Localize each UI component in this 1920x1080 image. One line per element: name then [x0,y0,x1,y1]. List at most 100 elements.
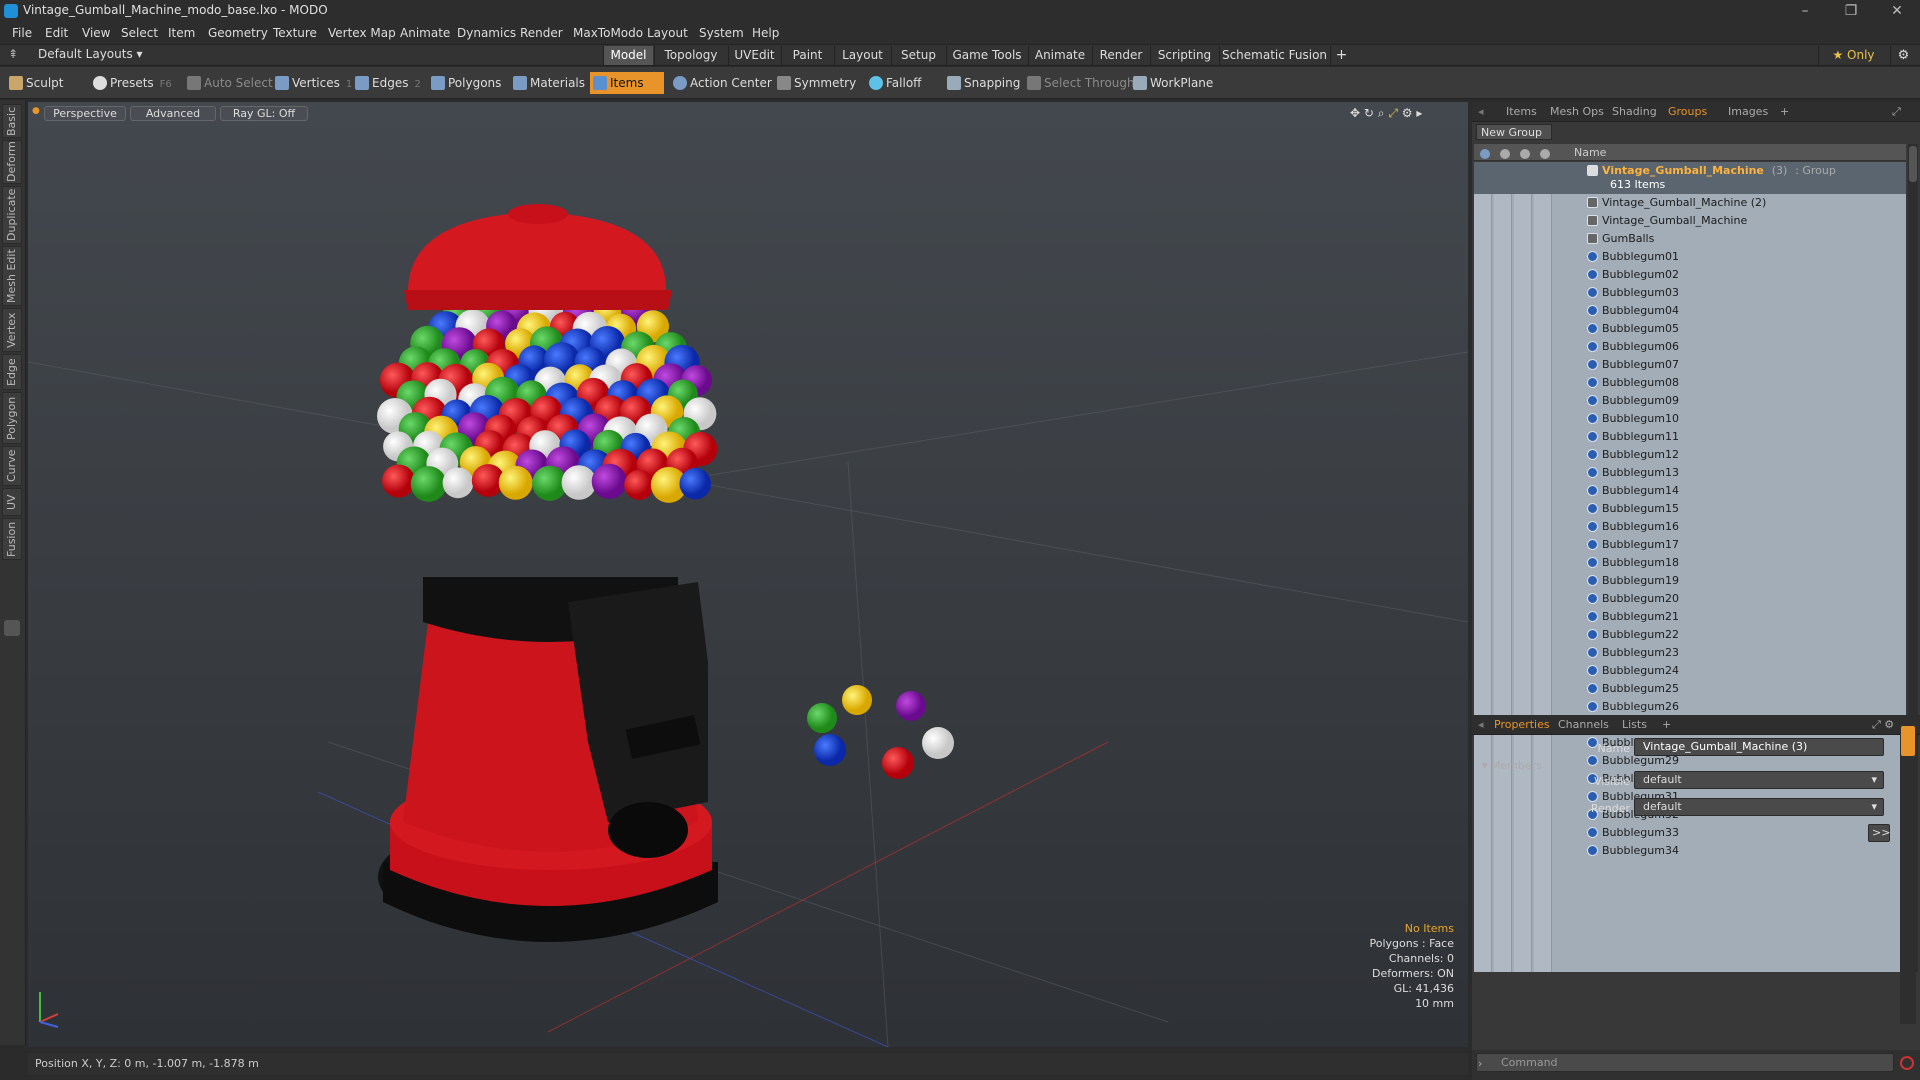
tab-animate[interactable]: Animate [1028,46,1091,65]
rotate-view-icon[interactable]: ↻ [1364,106,1374,120]
symmetry-button[interactable]: Symmetry [774,72,860,94]
list-item[interactable]: Bubblegum23 [1474,644,1906,662]
properties-expand-icon[interactable]: ⤢ ⚙ [1872,718,1894,732]
list-item[interactable]: Bubblegum26 [1474,698,1906,716]
tab-paint[interactable]: Paint [781,46,833,65]
record-icon[interactable] [1900,1056,1914,1070]
tab-images[interactable]: Images [1728,105,1768,118]
select-header-icon[interactable] [1540,147,1550,160]
panel-expand-icon[interactable]: ⤢ [1892,105,1901,119]
list-item[interactable]: Vintage_Gumball_Machine (2) [1474,194,1906,212]
list-item[interactable]: Bubblegum03 [1474,284,1906,302]
tab-topology[interactable]: Topology [654,46,727,65]
tab-uvedit[interactable]: UVEdit [728,46,780,65]
command-input[interactable]: Command [1476,1053,1894,1072]
tab-schematic-fusion[interactable]: Schematic Fusion [1219,46,1329,65]
gear-icon[interactable]: ⚙ [1890,46,1916,65]
add-tab-button[interactable]: + [1330,46,1352,65]
tab-deform[interactable]: Deform [2,140,22,184]
list-item[interactable]: Bubblegum17 [1474,536,1906,554]
action-center-button[interactable]: Action Center [670,72,772,94]
add-panel-tab-button[interactable]: + [1780,105,1789,118]
layout-arrow-icon[interactable]: ⇞ [8,47,18,61]
menu-dynamics[interactable]: Dynamics [457,26,516,40]
render-header-icon[interactable] [1520,147,1530,160]
menu-select[interactable]: Select [121,26,158,40]
tab-layout[interactable]: Layout [834,46,890,65]
list-item[interactable]: Bubblegum08 [1474,374,1906,392]
tab-curve[interactable]: Curve [2,446,22,486]
list-item[interactable]: Bubblegum16 [1474,518,1906,536]
menu-geometry[interactable]: Geometry [208,26,268,40]
view-perspective-button[interactable]: Perspective [44,106,126,121]
snapping-button[interactable]: Snapping [944,72,1030,94]
list-item[interactable]: Bubblegum10 [1474,410,1906,428]
list-item[interactable]: Bubblegum07 [1474,356,1906,374]
presets-button[interactable]: Presets F6 [90,72,174,94]
zoom-view-icon[interactable]: ⌕ [1378,106,1385,120]
tab-game-tools[interactable]: Game Tools [946,46,1027,65]
side-tab-active[interactable] [1901,726,1915,756]
list-item[interactable]: Bubblegum20 [1474,590,1906,608]
list-item[interactable]: Bubblegum06 [1474,338,1906,356]
group-row[interactable]: Vintage_Gumball_Machine (3) : Group 613 … [1474,162,1906,194]
only-toggle[interactable]: ★ Only [1818,46,1888,65]
viewport-settings-icon[interactable]: ⚙ [1402,106,1413,120]
list-item[interactable]: Bubblegum22 [1474,626,1906,644]
menu-maxtomodo[interactable]: MaxToModo [573,26,643,40]
menu-layout[interactable]: Layout [647,26,688,40]
expand-icon[interactable] [4,620,20,636]
close-icon[interactable]: ✕ [1874,0,1920,22]
tab-basic[interactable]: Basic [2,104,22,138]
menu-file[interactable]: File [12,26,32,40]
menu-edit[interactable]: Edit [45,26,68,40]
minimize-icon[interactable]: – [1782,0,1828,22]
menu-vertex-map[interactable]: Vertex Map [328,26,396,40]
list-item[interactable]: Bubblegum13 [1474,464,1906,482]
tab-properties[interactable]: Properties [1494,718,1550,731]
tab-setup[interactable]: Setup [891,46,945,65]
list-item[interactable]: Bubblegum05 [1474,320,1906,338]
3d-viewport[interactable]: ● Perspective Advanced Ray GL: Off ✥ ↻ ⌕… [28,102,1468,1047]
move-view-icon[interactable]: ✥ [1350,106,1360,120]
list-item[interactable]: Bubblegum02 [1474,266,1906,284]
tab-uv[interactable]: UV [2,488,22,516]
name-column-header[interactable]: Name [1574,146,1606,159]
properties-menu-icon[interactable]: ◂ [1478,718,1484,731]
list-item[interactable]: Bubblegum14 [1474,482,1906,500]
menu-view[interactable]: View [82,26,110,40]
list-item[interactable]: Bubblegum04 [1474,302,1906,320]
tab-render[interactable]: Render [1092,46,1149,65]
tab-channels[interactable]: Channels [1558,718,1609,731]
list-item[interactable]: Bubblegum12 [1474,446,1906,464]
tab-items[interactable]: Items [1506,105,1537,118]
tab-shading[interactable]: Shading [1612,105,1657,118]
members-section-toggle[interactable]: ▾ Members [1482,759,1542,772]
tab-duplicate[interactable]: Duplicate [2,186,22,244]
auto-select-button[interactable]: Auto Select [184,72,273,94]
shading-advanced-button[interactable]: Advanced [130,106,216,121]
tab-groups[interactable]: Groups [1668,105,1707,118]
polygons-button[interactable]: Polygons [428,72,504,94]
menu-item[interactable]: Item [168,26,195,40]
menu-system[interactable]: System [699,26,744,40]
tab-polygon[interactable]: Polygon [2,392,22,444]
raygl-button[interactable]: Ray GL: Off [220,106,308,121]
list-item[interactable]: Bubblegum01 [1474,248,1906,266]
list-item[interactable]: Bubblegum21 [1474,608,1906,626]
sculpt-button[interactable]: Sculpt [6,72,86,94]
materials-button[interactable]: Materials [510,72,588,94]
tab-fusion[interactable]: Fusion [2,518,22,560]
workplane-button[interactable]: WorkPlane [1130,72,1220,94]
restore-icon[interactable]: ❐ [1828,0,1874,22]
new-group-button[interactable]: New Group [1476,124,1552,140]
falloff-button[interactable]: Falloff [866,72,942,94]
tab-mesh-edit[interactable]: Mesh Edit [2,246,22,306]
tab-model[interactable]: Model [603,46,653,65]
list-item[interactable]: Bubblegum34 [1474,842,1906,860]
list-item[interactable]: Bubblegum19 [1474,572,1906,590]
render-dropdown[interactable]: default ▾ [1634,798,1884,816]
menu-animate[interactable]: Animate [400,26,450,40]
visible-dropdown[interactable]: default ▾ [1634,771,1884,789]
tab-mesh-ops[interactable]: Mesh Ops [1550,105,1604,118]
